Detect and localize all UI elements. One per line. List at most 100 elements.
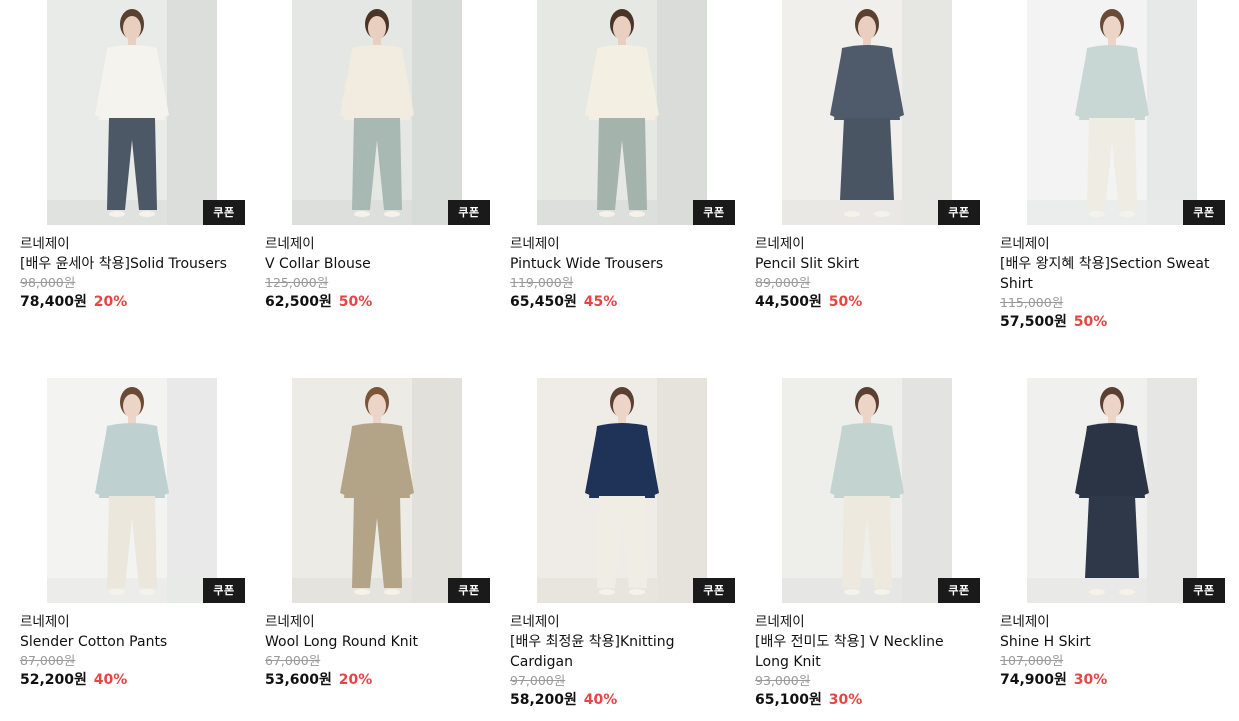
price-line: 52,200원 40% [20, 670, 250, 690]
original-price: 125,000원 [265, 275, 329, 290]
product-image[interactable] [1027, 0, 1197, 225]
product-name[interactable]: Pintuck Wide Trousers [510, 254, 735, 274]
product-card[interactable]: 쿠폰르네제이 Shine H Skirt 107,000원 74,900원 30% [1000, 378, 1230, 690]
sale-price: 57,500원 [1000, 314, 1067, 330]
brand-name[interactable]: 르네제이 [265, 235, 495, 254]
coupon-badge: 쿠폰 [693, 578, 735, 603]
product-name[interactable]: Shine H Skirt [1000, 632, 1225, 652]
product-card[interactable]: 쿠폰르네제이 [배우 전미도 착용] V Neckline Long Knit 93… [755, 378, 985, 710]
coupon-badge: 쿠폰 [203, 578, 245, 603]
product-photo [782, 378, 952, 603]
discount-rate: 20% [93, 294, 128, 310]
product-photo [47, 378, 217, 603]
product-photo [292, 0, 462, 225]
product-thumbnail[interactable]: 쿠폰 [510, 0, 735, 225]
sale-price: 58,200원 [510, 692, 577, 708]
discount-rate: 40% [583, 692, 618, 708]
product-name[interactable]: Pencil Slit Skirt [755, 254, 980, 274]
coupon-badge: 쿠폰 [693, 200, 735, 225]
brand-name[interactable]: 르네제이 [510, 613, 740, 632]
coupon-badge: 쿠폰 [938, 578, 980, 603]
price-line: 74,900원 30% [1000, 670, 1230, 690]
price-line: 44,500원 50% [755, 292, 985, 312]
original-price: 119,000원 [510, 275, 574, 290]
price-line: 62,500원 50% [265, 292, 495, 312]
product-card[interactable]: 쿠폰르네제이 Pencil Slit Skirt 89,000원 44,500원 50… [755, 0, 985, 312]
product-photo [537, 0, 707, 225]
sale-price: 52,200원 [20, 672, 87, 688]
product-thumbnail[interactable]: 쿠폰 [510, 378, 735, 603]
brand-name[interactable]: 르네제이 [755, 235, 985, 254]
product-name[interactable]: [배우 윤세아 착용]Solid Trousers [20, 254, 245, 274]
brand-name[interactable]: 르네제이 [265, 613, 495, 632]
product-image[interactable] [47, 378, 217, 603]
coupon-badge: 쿠폰 [1183, 578, 1225, 603]
original-price: 107,000원 [1000, 653, 1064, 668]
product-name[interactable]: Slender Cotton Pants [20, 632, 245, 652]
product-card[interactable]: 쿠폰르네제이 V Collar Blouse 125,000원 62,500원 50% [265, 0, 495, 312]
price-line: 65,100원 30% [755, 690, 985, 710]
product-image[interactable] [1027, 378, 1197, 603]
product-image[interactable] [47, 0, 217, 225]
product-name[interactable]: [배우 왕지혜 착용]Section Sweat Shirt [1000, 254, 1225, 294]
sale-price: 53,600원 [265, 672, 332, 688]
product-card[interactable]: 쿠폰르네제이 [배우 윤세아 착용]Solid Trousers 98,000원 78… [20, 0, 250, 312]
coupon-badge: 쿠폰 [448, 578, 490, 603]
product-name[interactable]: Wool Long Round Knit [265, 632, 490, 652]
product-photo [1027, 0, 1197, 225]
original-price: 67,000원 [265, 653, 321, 668]
product-name[interactable]: V Collar Blouse [265, 254, 490, 274]
brand-name[interactable]: 르네제이 [1000, 235, 1230, 254]
product-card[interactable]: 쿠폰르네제이 Slender Cotton Pants 87,000원 52,200원… [20, 378, 250, 690]
discount-rate: 30% [1073, 672, 1108, 688]
product-image[interactable] [782, 0, 952, 225]
price-line: 65,450원 45% [510, 292, 740, 312]
product-name[interactable]: [배우 전미도 착용] V Neckline Long Knit [755, 632, 980, 672]
product-image[interactable] [292, 378, 462, 603]
product-photo [292, 378, 462, 603]
product-image[interactable] [537, 378, 707, 603]
product-photo [537, 378, 707, 603]
brand-name[interactable]: 르네제이 [510, 235, 740, 254]
product-thumbnail[interactable]: 쿠폰 [755, 0, 980, 225]
product-name[interactable]: [배우 최정윤 착용]Knitting Cardigan [510, 632, 735, 672]
brand-name[interactable]: 르네제이 [1000, 613, 1230, 632]
product-thumbnail[interactable]: 쿠폰 [20, 378, 245, 603]
original-price: 98,000원 [20, 275, 76, 290]
product-thumbnail[interactable]: 쿠폰 [1000, 0, 1225, 225]
product-thumbnail[interactable]: 쿠폰 [20, 0, 245, 225]
product-card[interactable]: 쿠폰르네제이 Pintuck Wide Trousers 119,000원 65,45… [510, 0, 740, 312]
product-image[interactable] [292, 0, 462, 225]
product-thumbnail[interactable]: 쿠폰 [755, 378, 980, 603]
brand-name[interactable]: 르네제이 [20, 235, 250, 254]
sale-price: 78,400원 [20, 294, 87, 310]
product-card[interactable]: 쿠폰 르네제이 [배우 왕지혜 착용]Section Sweat Shirt 115,… [1000, 0, 1230, 332]
original-price: 87,000원 [20, 653, 76, 668]
sale-price: 74,900원 [1000, 672, 1067, 688]
sale-price: 62,500원 [265, 294, 332, 310]
product-image[interactable] [782, 378, 952, 603]
product-grid: 쿠폰 르네제이 [배우 윤세아 착용]Solid Trousers 98,000원 78… [0, 0, 1239, 721]
product-card[interactable]: 쿠폰르네제이 [배우 최정윤 착용]Knitting Cardigan 97,000… [510, 378, 740, 710]
sale-price: 65,450원 [510, 294, 577, 310]
discount-rate: 50% [1073, 314, 1108, 330]
product-thumbnail[interactable]: 쿠폰 [1000, 378, 1225, 603]
coupon-badge: 쿠폰 [938, 200, 980, 225]
product-card[interactable]: 쿠폰르네제이 Wool Long Round Knit 67,000원 53,600원… [265, 378, 495, 690]
brand-name[interactable]: 르네제이 [20, 613, 250, 632]
discount-rate: 30% [828, 692, 863, 708]
product-photo [47, 0, 217, 225]
original-price: 93,000원 [755, 673, 811, 688]
price-line: 78,400원 20% [20, 292, 250, 312]
product-image[interactable] [537, 0, 707, 225]
product-thumbnail[interactable]: 쿠폰 [265, 0, 490, 225]
product-photo [782, 0, 952, 225]
original-price: 97,000원 [510, 673, 566, 688]
product-thumbnail[interactable]: 쿠폰 [265, 378, 490, 603]
discount-rate: 50% [828, 294, 863, 310]
brand-name[interactable]: 르네제이 [755, 613, 985, 632]
price-line: 58,200원 40% [510, 690, 740, 710]
original-price: 89,000원 [755, 275, 811, 290]
discount-rate: 50% [338, 294, 373, 310]
price-line: 57,500원 50% [1000, 312, 1230, 332]
